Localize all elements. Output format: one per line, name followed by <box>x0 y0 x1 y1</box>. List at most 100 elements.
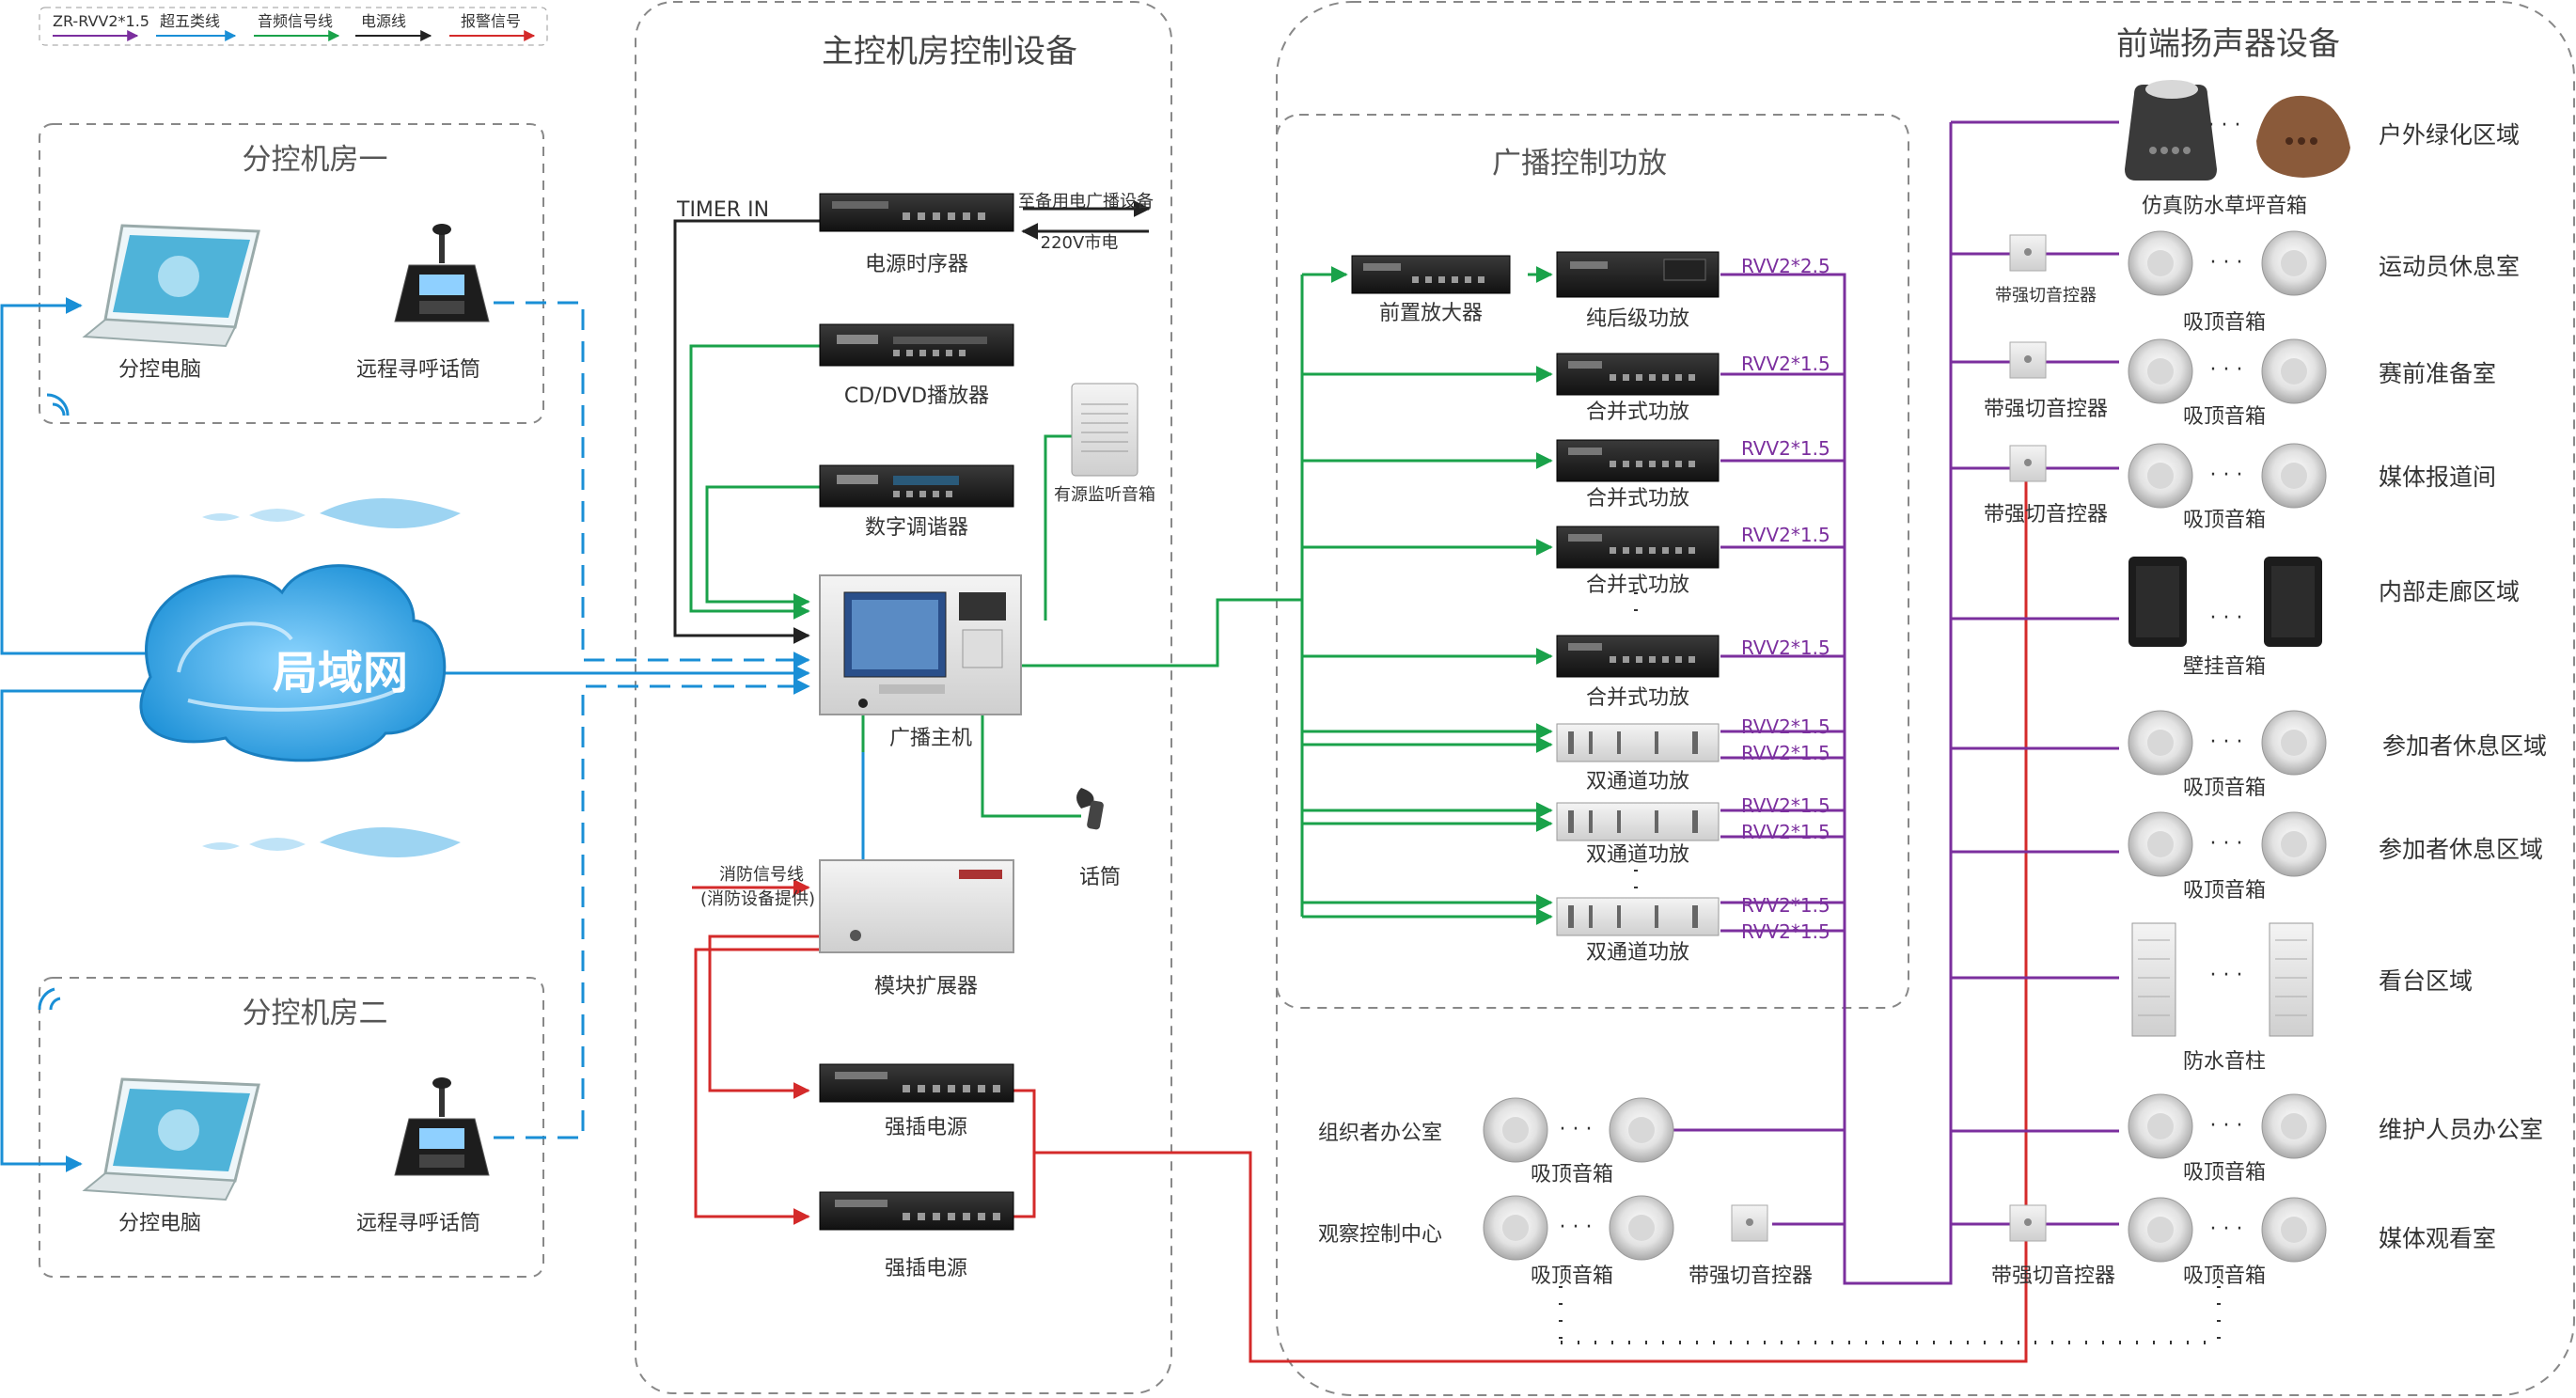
dots: · · · <box>1560 1216 1593 1239</box>
mains-note: 220V市电 <box>1041 233 1119 253</box>
mixer-amp-icon[interactable] <box>1556 439 1720 482</box>
ceiling-speaker-icon[interactable] <box>1483 1097 1548 1163</box>
monitor-speaker-icon[interactable] <box>1071 383 1139 477</box>
ceiling-speaker-icon[interactable] <box>2128 338 2193 404</box>
ceiling-speaker-icon[interactable] <box>2128 443 2193 509</box>
wall-speaker-icon[interactable] <box>2128 557 2187 647</box>
legend-label-power: 电源线 <box>361 12 406 30</box>
mixer-amp-icon[interactable] <box>1556 635 1720 678</box>
dual-channel-amp-icon[interactable] <box>1556 897 1720 936</box>
volume-cutter-icon[interactable] <box>2009 1204 2047 1242</box>
ceiling-speaker-icon[interactable] <box>1609 1195 1674 1261</box>
dual-channel-amp-icon[interactable] <box>1556 802 1720 841</box>
cable-label: RVV2*1.5 <box>1741 437 1830 460</box>
lawn-speaker-icon[interactable] <box>2125 80 2217 181</box>
mixer-amp-label: 合并式功放 <box>1586 487 1689 511</box>
volume-cutter-icon[interactable] <box>2009 341 2047 379</box>
lan-wires <box>0 297 865 1172</box>
sub-room-2-title: 分控机房二 <box>243 997 388 1030</box>
mixer-amp-icon[interactable] <box>1556 526 1720 569</box>
ceiling-speaker-icon[interactable] <box>2261 1197 2327 1263</box>
remote-mic-2-icon[interactable] <box>394 1077 490 1176</box>
backup-note: 至备用电广播设备 <box>1018 192 1154 212</box>
dual-channel-amp-label: 双通道功放 <box>1586 770 1689 793</box>
audio-wires-amps <box>1300 266 1553 925</box>
ceiling-speaker-icon[interactable] <box>2128 811 2193 877</box>
zone-label: 内部走廊区域 <box>2379 578 2520 605</box>
lawn-speaker-label: 仿真防水草坪音箱 <box>2142 195 2307 218</box>
ceiling-speaker-icon[interactable] <box>2128 230 2193 296</box>
preamp-label: 前置放大器 <box>1379 302 1483 325</box>
zone-label: 运动员休息室 <box>2379 253 2520 280</box>
volume-cutter-icon[interactable] <box>2009 234 2047 272</box>
dual-channel-amp-icon[interactable] <box>1556 723 1720 762</box>
column-speaker-icon[interactable] <box>2269 922 2314 1037</box>
ceiling-speaker-icon[interactable] <box>2261 338 2327 404</box>
zone-label: 媒体观看室 <box>2379 1225 2496 1252</box>
dots: · · · <box>2210 606 2243 630</box>
cd-player-icon[interactable] <box>819 323 1014 367</box>
remote-mic-1-icon[interactable] <box>394 224 490 322</box>
cable-label: RVV2*1.5 <box>1741 894 1830 917</box>
sub-pc-2-icon[interactable] <box>82 1077 260 1202</box>
ceiling-speaker-label: 吸顶音箱 <box>2183 509 2266 532</box>
amp-control-title: 广播控制功放 <box>1492 147 1667 181</box>
ceiling-speaker-icon[interactable] <box>2261 710 2327 776</box>
module-expander-label: 模块扩展器 <box>874 975 978 998</box>
ceiling-speaker-label: 吸顶音箱 <box>2183 1264 2266 1288</box>
lan-label: 局域网 <box>273 647 408 699</box>
ceiling-speaker-icon[interactable] <box>2128 710 2193 776</box>
ceiling-speaker-icon[interactable] <box>2128 1093 2193 1159</box>
legend-label-rvv: ZR-RVV2*1.5 <box>53 12 149 30</box>
ceiling-speaker-icon[interactable] <box>2128 1197 2193 1263</box>
module-expander-icon[interactable] <box>819 859 1014 953</box>
dots: · · · <box>2210 832 2243 856</box>
cable-label: RVV2*2.5 <box>1741 255 1830 277</box>
dots: · · · <box>2210 463 2243 487</box>
cd-player-label: CD/DVD播放器 <box>844 385 989 408</box>
microphone-icon[interactable] <box>1076 788 1104 830</box>
ceiling-speaker-icon[interactable] <box>1483 1195 1548 1261</box>
power-socket-1-label: 强插电源 <box>885 1116 967 1139</box>
dots: · · · <box>2210 730 2243 754</box>
cable-label: RVV2*1.5 <box>1741 821 1830 843</box>
mixer-amp-label: 合并式功放 <box>1586 686 1689 710</box>
main-room-title: 主控机房控制设备 <box>822 33 1077 71</box>
mixer-amp-label: 合并式功放 <box>1586 401 1689 424</box>
broadcast-host-icon[interactable] <box>819 574 1022 715</box>
ceiling-speaker-icon[interactable] <box>2261 230 2327 296</box>
cable-label: RVV2*1.5 <box>1741 353 1830 375</box>
power-socket-2-icon[interactable] <box>819 1191 1014 1231</box>
sub-pc-1-icon[interactable] <box>82 224 260 348</box>
ceiling-speaker-icon[interactable] <box>2261 811 2327 877</box>
preamp-icon[interactable] <box>1351 255 1511 294</box>
mic-dashed-wires <box>494 301 810 1139</box>
front-end-box <box>1276 1 2575 1396</box>
dots: · · · <box>2210 964 2243 987</box>
ceiling-speaker-label: 吸顶音箱 <box>2183 879 2266 903</box>
power-sequencer-icon[interactable] <box>819 193 1014 232</box>
sub-pc-1-label: 分控电脑 <box>118 358 201 382</box>
zone-label: 赛前准备室 <box>2379 360 2496 387</box>
pure-power-amp-icon[interactable] <box>1556 251 1720 298</box>
tuner-icon[interactable] <box>819 464 1014 508</box>
volume-cutter-icon[interactable] <box>1731 1204 1768 1242</box>
wall-speaker-icon[interactable] <box>2264 557 2322 647</box>
tuner-label: 数字调谐器 <box>865 516 968 540</box>
lawn-speaker-icon[interactable] <box>2256 95 2350 178</box>
power-sequencer-label: 电源时序器 <box>865 253 968 276</box>
ceiling-speaker-icon[interactable] <box>1609 1097 1674 1163</box>
sub-pc-2-label: 分控电脑 <box>118 1212 201 1235</box>
ceiling-speaker-icon[interactable] <box>2261 1093 2327 1159</box>
volume-cutter-icon[interactable] <box>2009 445 2047 482</box>
ceiling-speaker-icon[interactable] <box>2261 443 2327 509</box>
cable-label: RVV2*1.5 <box>1741 636 1830 659</box>
mixer-amp-icon[interactable] <box>1556 353 1720 396</box>
fire-provided-label: (消防设备提供) <box>700 889 815 909</box>
column-speaker-label: 防水音柱 <box>2183 1050 2266 1074</box>
cable-label: RVV2*1.5 <box>1741 920 1830 943</box>
power-socket-1-icon[interactable] <box>819 1063 1014 1103</box>
wall-speaker-label: 壁挂音箱 <box>2183 655 2266 679</box>
volume-cutter-label: 带强切音控器 <box>1689 1264 1813 1288</box>
column-speaker-icon[interactable] <box>2131 922 2176 1037</box>
